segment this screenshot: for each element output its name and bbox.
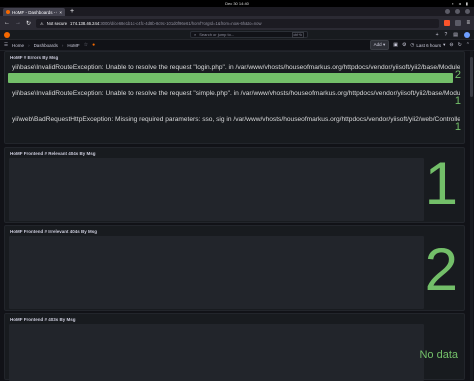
search-icon: ⌕ — [194, 32, 197, 37]
panel-title: HoMF Frontend # 403s By Msg — [10, 317, 76, 322]
extension-icon[interactable] — [455, 20, 462, 26]
close-window-button[interactable] — [465, 9, 470, 14]
panel-graph-area — [9, 236, 424, 309]
error-message: yii\web\BadRequestHttpException: Missing… — [12, 116, 460, 123]
panel-title: HoMF Frontend # Irrelevant 404s By Msg — [10, 229, 98, 234]
panel-403s[interactable]: HoMF Frontend # 403s By Msg No data — [4, 313, 465, 381]
stat-value: 2 — [424, 236, 458, 303]
time-range-label: Last 6 hours — [416, 42, 442, 48]
os-clock: Dec 30 14:40 — [225, 1, 249, 6]
reload-icon[interactable]: ↻ — [26, 20, 31, 27]
os-top-bar: Dec 30 14:40 ▪ ◂ ▮ — [0, 0, 474, 7]
panel-relevant-404s[interactable]: HoMF Frontend # Relevant 404s By Msg 1 — [4, 147, 465, 223]
search-shortcut-hint: ctrl+k — [291, 31, 304, 38]
forward-icon[interactable]: → — [15, 20, 21, 26]
star-icon[interactable]: ☆ — [84, 42, 88, 48]
tab-close-icon[interactable]: × — [59, 10, 62, 15]
minimize-button[interactable] — [445, 9, 450, 14]
menu-toggle-icon[interactable]: ☰ — [4, 42, 8, 48]
bar-track — [8, 99, 453, 109]
bar-gauge-row: yii\base\InvalidRouteException: Unable t… — [8, 89, 464, 113]
browser-tab-title: HoMF - Dashboards - Gra — [12, 9, 57, 15]
time-range-picker[interactable]: ◷ Last 6 hours ▾ — [410, 42, 445, 48]
collapse-icon[interactable]: ⌃ — [466, 42, 470, 48]
browser-toolbar: ← → ↻ ⚠ Not secure 174.138.46.244:3000/d… — [0, 16, 474, 30]
panel-title: HoMF # Errors By Msg — [10, 55, 59, 60]
share-icon[interactable]: ● — [92, 42, 95, 48]
brave-shield-icon[interactable] — [444, 20, 451, 26]
zoom-out-icon[interactable]: ⊖ — [449, 42, 453, 48]
breadcrumb-home[interactable]: Home — [12, 43, 24, 48]
bar-track — [8, 125, 453, 135]
grafana-top-nav: ⌕ Search or jump to... ctrl+k + ? ▤ — [0, 30, 474, 40]
error-count: 1 — [454, 121, 461, 133]
refresh-icon[interactable]: ↻ — [458, 42, 462, 48]
system-tray-icons[interactable]: ▪ ◂ ▮ — [452, 1, 470, 6]
grafana-logo-icon[interactable] — [4, 31, 10, 38]
breadcrumb-dashboards[interactable]: Dashboards — [34, 43, 58, 48]
panel-graph-area — [9, 158, 424, 221]
dashboard-subnav: ☰ Home › Dashboards › HoMF ☆ ● Add ▾ ▣ ⚙… — [0, 40, 474, 51]
dashboard-canvas: HoMF # Errors By Msg yii\base\InvalidRou… — [0, 51, 474, 381]
menu-icon[interactable]: ≡ — [466, 20, 470, 26]
add-label: Add — [373, 42, 382, 47]
new-tab-button[interactable]: + — [70, 8, 74, 16]
breadcrumb-current: HoMF — [67, 42, 80, 48]
url-path: :3000/d/ce68e1b1c-c4fc-4d8b-8c9c-101d0f9… — [99, 20, 262, 26]
back-icon[interactable]: ← — [4, 20, 10, 26]
save-icon[interactable]: ▣ — [393, 42, 398, 48]
no-data-label: No data — [419, 349, 458, 361]
bar-fill — [8, 73, 453, 83]
search-placeholder: Search or jump to... — [199, 32, 235, 37]
user-avatar[interactable] — [464, 31, 470, 38]
dashboard-actions: Add ▾ ▣ ⚙ ◷ Last 6 hours ▾ ⊖ ↻ ⌃ — [369, 40, 470, 50]
bar-gauge-row: yii\web\BadRequestHttpException: Missing… — [8, 115, 464, 139]
scrollbar-thumb[interactable] — [470, 57, 473, 97]
panel-graph-area — [9, 324, 424, 381]
browser-tab[interactable]: HoMF - Dashboards - Gra × — [3, 8, 65, 16]
error-message: yii\base\InvalidRouteException: Unable t… — [12, 64, 460, 71]
add-button[interactable]: Add ▾ — [369, 40, 390, 50]
stat-value: 1 — [424, 150, 458, 217]
url-host: 174.138.46.244 — [70, 20, 100, 26]
page-scrollbar[interactable] — [470, 51, 473, 380]
settings-icon[interactable]: ⚙ — [402, 42, 406, 48]
breadcrumb-separator: › — [28, 42, 30, 48]
window-controls — [445, 9, 470, 14]
browser-tab-strip: HoMF - Dashboards - Gra × + — [0, 7, 474, 16]
panel-irrelevant-404s[interactable]: HoMF Frontend # Irrelevant 404s By Msg 2 — [4, 225, 465, 311]
maximize-button[interactable] — [455, 9, 460, 14]
bar-gauge-row: yii\base\InvalidRouteException: Unable t… — [8, 63, 464, 87]
url-bar[interactable]: ⚠ Not secure 174.138.46.244:3000/d/ce68e… — [36, 18, 440, 28]
panel-errors-by-msg[interactable]: HoMF # Errors By Msg yii\base\InvalidRou… — [4, 51, 465, 144]
grafana-favicon-icon — [6, 10, 10, 14]
breadcrumb-separator: › — [61, 42, 64, 48]
help-icon[interactable]: ? — [444, 32, 447, 38]
top-nav-actions: + ? ▤ — [436, 31, 470, 38]
clock-icon: ◷ — [410, 42, 415, 47]
error-count: 1 — [454, 95, 461, 107]
grafana-search-input[interactable]: ⌕ Search or jump to... ctrl+k — [190, 31, 308, 38]
panel-title: HoMF Frontend # Relevant 404s By Msg — [10, 151, 96, 156]
error-count: 2 — [454, 69, 461, 81]
not-secure-icon: ⚠ — [40, 20, 44, 26]
error-message: yii\base\InvalidRouteException: Unable t… — [12, 90, 460, 97]
plus-icon[interactable]: + — [436, 32, 439, 38]
news-icon[interactable]: ▤ — [453, 32, 458, 38]
url-security-label: Not secure — [46, 20, 68, 26]
